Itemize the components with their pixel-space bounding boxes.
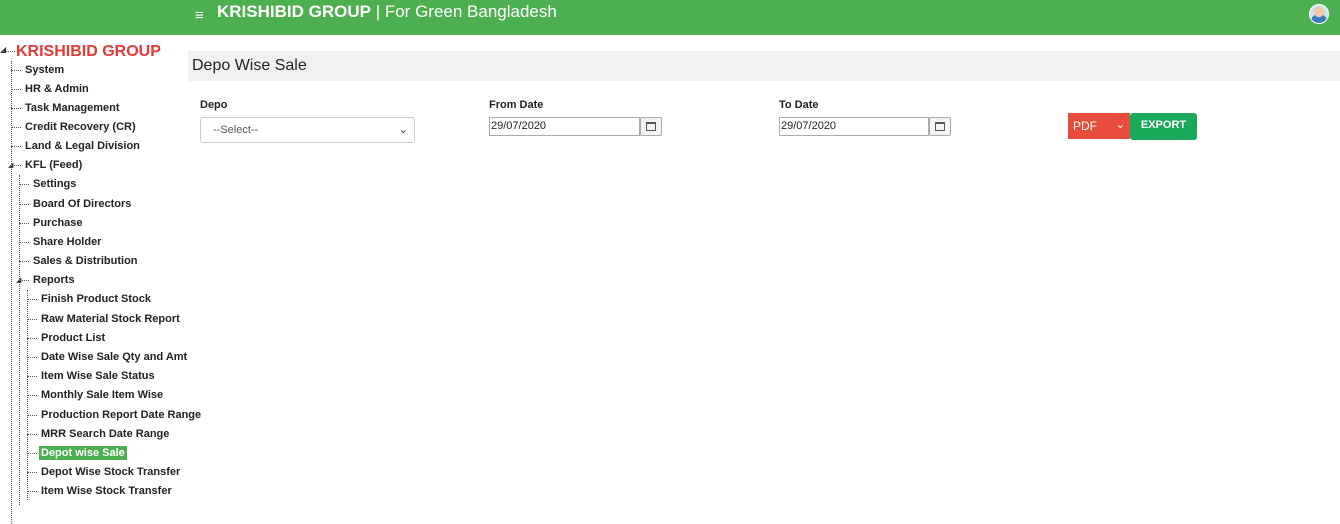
to-date-input[interactable]: 29/07/2020 — [779, 117, 929, 136]
sidebar-item-production-report[interactable]: Production Report Date Range — [27, 409, 203, 425]
sidebar-item-depot-wise-stock-transfer[interactable]: Depot Wise Stock Transfer — [27, 466, 182, 482]
sidebar-item-settings[interactable]: Settings — [19, 178, 78, 194]
sidebar-item-sales-distribution[interactable]: Sales & Distribution — [19, 255, 140, 271]
sidebar-item-depot-wise-sale[interactable]: Depot wise Sale — [27, 446, 127, 463]
page-title: Depo Wise Sale — [192, 57, 307, 74]
sidebar-item-date-wise-sale[interactable]: Date Wise Sale Qty and Amt — [27, 351, 189, 367]
sidebar-item-land-legal[interactable]: Land & Legal Division — [11, 140, 142, 156]
sidebar-tree: ◢ KRISHIBID GROUP System HR & Admin Task… — [0, 35, 201, 524]
sidebar-item-share-holder[interactable]: Share Holder — [19, 236, 103, 252]
depo-select[interactable]: --Select-- ⌄ — [200, 117, 415, 143]
tree-connector — [3, 51, 15, 52]
sidebar-item-item-wise-sale-status[interactable]: Item Wise Sale Status — [27, 370, 157, 386]
chevron-down-icon: ⌄ — [1115, 119, 1125, 131]
menu-icon[interactable]: ≡ — [195, 7, 204, 24]
sidebar-item-board-of-directors[interactable]: Board Of Directors — [19, 198, 133, 214]
format-select[interactable]: PDF ⌄ — [1068, 113, 1130, 139]
from-date-label: From Date — [489, 99, 544, 111]
page-header: Depo Wise Sale — [188, 51, 1340, 81]
sidebar-item-purchase[interactable]: Purchase — [19, 217, 85, 233]
calendar-icon[interactable] — [929, 117, 951, 136]
sidebar-item-item-wise-stock-transfer[interactable]: Item Wise Stock Transfer — [27, 485, 174, 501]
chevron-down-icon: ⌄ — [398, 124, 408, 136]
sidebar-item-product-list[interactable]: Product List — [27, 332, 107, 348]
sidebar-item-system[interactable]: System — [11, 64, 66, 80]
sidebar-item-monthly-sale-item-wise[interactable]: Monthly Sale Item Wise — [27, 389, 165, 405]
app-brand: KRISHIBID GROUP — [217, 2, 371, 21]
app-title: KRISHIBID GROUP | For Green Bangladesh — [217, 2, 557, 22]
sidebar-item-credit-recovery[interactable]: Credit Recovery (CR) — [11, 121, 138, 137]
format-select-value: PDF — [1073, 119, 1097, 133]
depo-label: Depo — [200, 99, 228, 111]
export-button[interactable]: EXPORT — [1130, 113, 1197, 140]
sidebar-item-hr-admin[interactable]: HR & Admin — [11, 83, 91, 99]
collapse-arrow-icon[interactable]: ◢ — [0, 45, 6, 54]
sidebar-item-task-management[interactable]: Task Management — [11, 102, 122, 118]
from-date-input[interactable]: 29/07/2020 — [489, 117, 640, 136]
sidebar-item-raw-material-stock-report[interactable]: Raw Material Stock Report — [27, 313, 182, 329]
depo-select-value: --Select-- — [213, 124, 259, 136]
top-navbar: ≡ KRISHIBID GROUP | For Green Bangladesh — [0, 0, 1340, 35]
sidebar-item-mrr-search[interactable]: MRR Search Date Range — [27, 428, 171, 444]
to-date-label: To Date — [779, 99, 819, 111]
sidebar-item-kfl-feed[interactable]: KFL (Feed) — [11, 159, 84, 175]
sidebar-item-finish-product-stock[interactable]: Finish Product Stock — [27, 293, 153, 309]
sidebar-brand[interactable]: KRISHIBID GROUP — [16, 43, 161, 61]
calendar-icon[interactable] — [640, 117, 662, 136]
app-tagline: For Green Bangladesh — [384, 2, 557, 21]
avatar[interactable] — [1309, 4, 1329, 24]
sidebar-item-reports[interactable]: Reports — [19, 274, 77, 290]
title-separator: | — [370, 2, 385, 21]
